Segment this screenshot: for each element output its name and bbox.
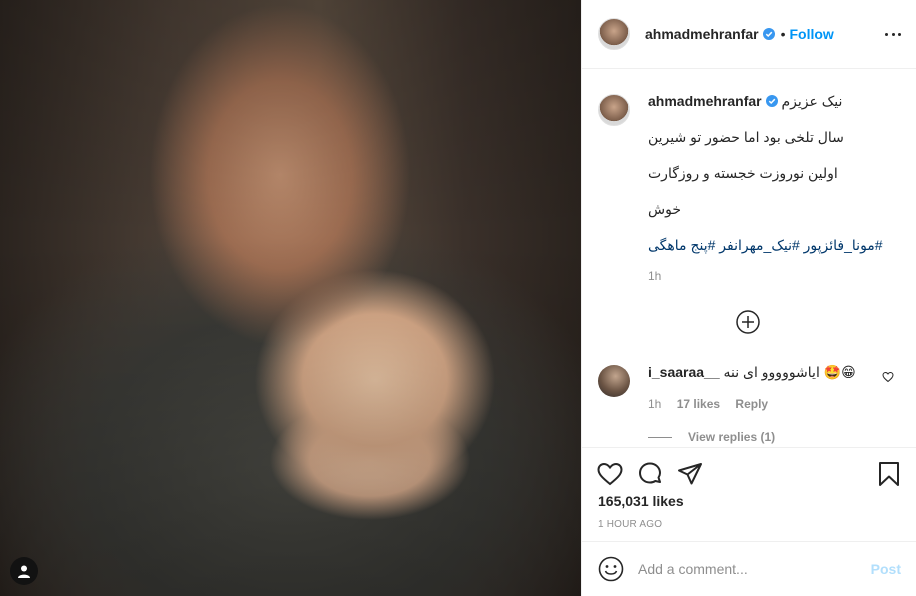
heart-icon[interactable] [596, 460, 624, 488]
commenter-avatar[interactable] [598, 365, 630, 397]
caption-avatar[interactable] [598, 94, 630, 126]
caption-line: اولین نوروزت خجسته و روزگارت [648, 165, 838, 181]
post-timestamp: 1 HOUR AGO [598, 519, 663, 530]
avatar[interactable] [598, 18, 630, 50]
more-options-icon[interactable] [885, 27, 901, 41]
share-icon[interactable] [676, 460, 704, 488]
comment-likes[interactable]: 17 likes [677, 397, 720, 411]
comment-username[interactable]: i_saaraa__ [648, 364, 720, 380]
caption-first-line: ahmadmehranfar نیک عزیزم [648, 92, 908, 110]
follow-button[interactable]: Follow [790, 26, 834, 42]
post-actions: 165,031 likes 1 HOUR AGO [582, 447, 916, 541]
comment-text: ایاشووووو ای ننه 🤩😁 [723, 364, 856, 380]
bookmark-icon[interactable] [875, 460, 903, 488]
comment-composer: Post [582, 541, 916, 596]
post-photo[interactable] [0, 0, 581, 596]
caption-line: سال تلخی بود اما حضور تو شیرین [648, 129, 844, 145]
comment-content: i_saaraa__ ایاشووووو ای ننه 🤩😁 [648, 363, 908, 381]
post-button[interactable]: Post [871, 561, 901, 577]
post-header: ahmadmehranfar • Follow [582, 0, 916, 69]
load-more-comments-icon[interactable] [736, 310, 760, 334]
view-replies-button[interactable]: View replies (1) [648, 430, 775, 444]
header-username[interactable]: ahmadmehranfar [645, 26, 759, 42]
post-caption: ahmadmehranfar نیک عزیزم سال تلخی بود ام… [598, 92, 908, 285]
comment-time: 1h [648, 397, 662, 411]
verified-badge-icon [762, 28, 775, 40]
caption-line: خوش [648, 201, 681, 217]
comment-item: i_saaraa__ ایاشووووو ای ننه 🤩😁 1h 17 lik… [598, 363, 908, 413]
replies-divider [648, 436, 672, 438]
caption-hashtags[interactable]: #مونا_فائزپور #نیک_مهرانفر #پنج ماهگی [648, 236, 908, 254]
likes-count[interactable]: 165,031 likes [598, 493, 684, 509]
post-side-panel: ahmadmehranfar • Follow ahmadmehranfar ن… [581, 0, 916, 596]
comments-area[interactable]: ahmadmehranfar نیک عزیزم سال تلخی بود ام… [582, 70, 916, 447]
caption-line: نیک عزیزم [781, 93, 843, 109]
caption-username[interactable]: ahmadmehranfar [648, 93, 762, 109]
comment-input[interactable] [638, 561, 871, 577]
caption-time: 1h [648, 269, 662, 283]
photo-shade [0, 0, 581, 596]
reply-button[interactable]: Reply [735, 397, 768, 411]
comment-icon[interactable] [636, 460, 664, 488]
emoji-icon[interactable] [598, 556, 624, 582]
user-tag-icon[interactable] [10, 557, 38, 585]
view-replies-label: View replies (1) [688, 430, 776, 444]
verified-badge-icon [765, 95, 778, 107]
comment-heart-icon[interactable] [882, 371, 894, 383]
separator-dot: • [780, 26, 786, 42]
